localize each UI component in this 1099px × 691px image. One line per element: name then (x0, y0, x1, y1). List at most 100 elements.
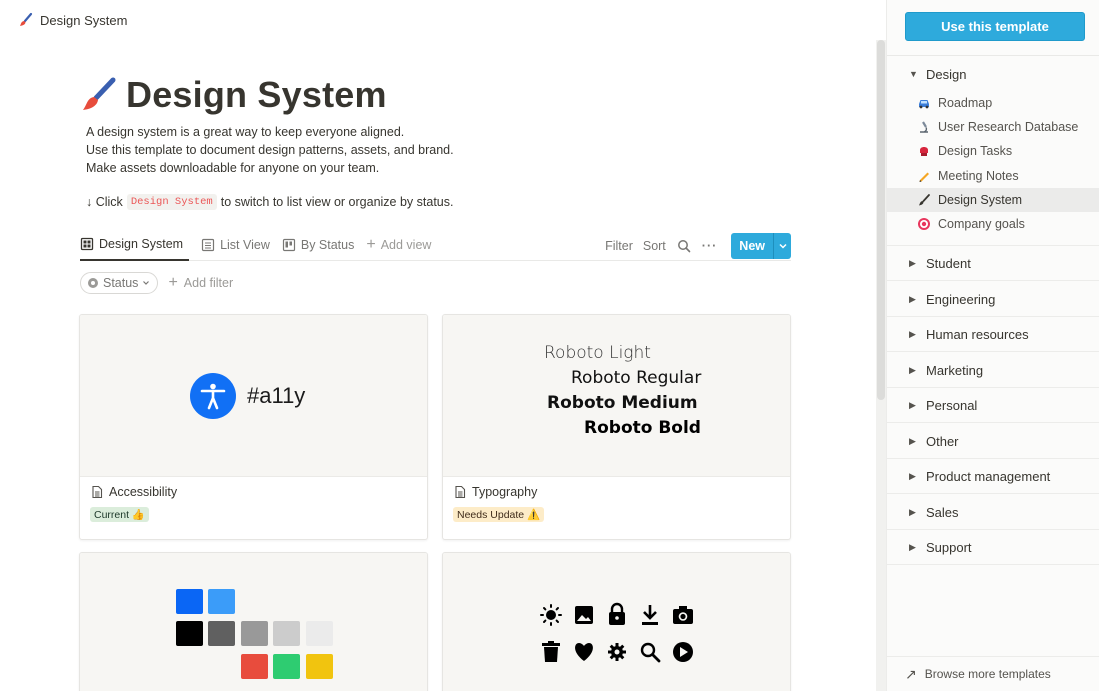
image-icon (575, 606, 593, 624)
browse-more-templates-link[interactable]: ↗ Browse more templates (887, 656, 1099, 691)
tab-list-view[interactable]: List View (201, 230, 270, 261)
new-button-label: New (731, 232, 773, 259)
add-view-label: Add view (380, 238, 432, 252)
sidebar-group-label: Other (926, 433, 959, 449)
card-title: Accessibility (90, 485, 417, 499)
tab-by-status[interactable]: By Status (282, 230, 354, 261)
card-cover: #a11y (80, 315, 427, 477)
sidebar-item-meeting-notes[interactable]: Meeting Notes (887, 164, 1099, 188)
sidebar-group-human-resources[interactable]: ▶ Human resources (887, 317, 1099, 352)
page-title: Design System (80, 74, 387, 116)
sidebar-group-marketing[interactable]: ▶ Marketing (887, 353, 1099, 388)
pencil-icon (917, 169, 931, 183)
triangle-right-icon: ▶ (909, 257, 916, 268)
tab-design-system[interactable]: Design System (80, 230, 190, 261)
sidebar-item-user-research-database[interactable]: User Research Database (887, 115, 1099, 139)
hint-code: Design System (126, 194, 217, 210)
browse-more-label: Browse more templates (924, 667, 1051, 681)
target-icon (917, 217, 931, 231)
sidebar-group-label: Human resources (926, 326, 1029, 342)
sidebar-group-sales[interactable]: ▶ Sales (887, 495, 1099, 530)
sidebar-group-engineering[interactable]: ▶ Engineering (887, 282, 1099, 317)
main-content: Design System Design System A design sys… (0, 0, 876, 691)
list-icon (201, 238, 215, 252)
gallery-icon (80, 237, 94, 251)
sidebar-item-roadmap[interactable]: Roadmap (887, 91, 1099, 115)
sidebar-item-design-system[interactable]: Design System (887, 188, 1099, 212)
filter-row: Status + Add filter (80, 272, 233, 294)
document-icon (90, 485, 104, 499)
add-view-button[interactable]: + Add view (366, 230, 431, 261)
sidebar-item-company-goals[interactable]: Company goals (887, 212, 1099, 236)
chevron-down-icon[interactable] (773, 232, 791, 259)
sidebar-group-personal[interactable]: ▶ Personal (887, 388, 1099, 423)
sidebar-group-product-management[interactable]: ▶ Product management (887, 459, 1099, 494)
sidebar-group-design[interactable]: ▼ Design (887, 62, 1099, 86)
cover-text: #a11y (247, 383, 306, 408)
sort-button[interactable]: Sort (643, 239, 666, 253)
status-filter-label: Status (103, 276, 139, 290)
hint-prefix: ↓ Click (86, 195, 123, 209)
tab-label: List View (220, 238, 270, 252)
breadcrumb[interactable]: Design System (0, 0, 886, 40)
color-swatch (176, 621, 203, 646)
more-options-button[interactable]: ··· (702, 239, 718, 253)
icon-set-cover (540, 602, 693, 663)
page-title-text: Design System (126, 74, 387, 115)
main-scrollbar[interactable] (876, 40, 886, 691)
download-icon (642, 605, 658, 625)
arrow-up-right-icon: ↗ (905, 665, 917, 682)
sidebar-item-design-tasks[interactable]: Design Tasks (887, 139, 1099, 163)
status-filter-pill[interactable]: Status (80, 272, 159, 294)
color-swatch (241, 654, 268, 679)
color-swatch (273, 654, 300, 679)
scrollbar-thumb[interactable] (877, 40, 885, 400)
gallery-card-icons[interactable] (442, 552, 791, 691)
sidebar-item-label: Meeting Notes (938, 169, 1019, 183)
sidebar-item-label: Design System (938, 193, 1023, 207)
sidebar-group-support[interactable]: ▶ Support (887, 530, 1099, 565)
description-line: A design system is a great way to keep e… (86, 125, 405, 139)
boxing-glove-icon (917, 144, 931, 158)
sidebar-group-student[interactable]: ▶ Student (887, 246, 1099, 281)
filter-button[interactable]: Filter (605, 239, 633, 253)
sidebar-group-label: Design (926, 66, 967, 82)
status-badge: Needs Update ⚠️ (453, 507, 545, 522)
gallery-card-accessibility[interactable]: #a11y Accessibility Current 👍 (79, 314, 428, 540)
search-icon[interactable] (676, 238, 692, 254)
sidebar-item-label: User Research Database (938, 120, 1079, 134)
template-sidebar: Use this template ▼ Design Roadmap User … (886, 0, 1099, 691)
typography-sample-regular: Roboto Regular (571, 368, 702, 388)
trash-icon (542, 641, 560, 662)
add-filter-button[interactable]: + Add filter (168, 275, 233, 291)
card-footer: Accessibility Current 👍 (80, 477, 427, 539)
status-badge: Current 👍 (90, 507, 150, 522)
sidebar-group-label: Support (926, 539, 972, 555)
gallery-card-colors[interactable] (79, 552, 428, 691)
sidebar-group-label: Marketing (926, 362, 984, 378)
settings-icon (608, 643, 626, 661)
color-swatch (208, 589, 235, 614)
triangle-right-icon: ▶ (909, 541, 916, 552)
sidebar-divider (887, 55, 1099, 56)
status-icon (88, 278, 98, 288)
color-swatch (208, 621, 235, 646)
sidebar-group-other[interactable]: ▶ Other (887, 424, 1099, 459)
triangle-right-icon: ▶ (909, 328, 916, 339)
color-swatch (273, 621, 300, 646)
sidebar-item-label: Company goals (938, 217, 1025, 231)
new-button[interactable]: New (731, 232, 791, 259)
card-cover (80, 553, 427, 691)
hint-line: ↓ Click Design System to switch to list … (86, 194, 453, 210)
color-swatch (241, 621, 268, 646)
plus-icon: + (168, 274, 178, 291)
microscope-icon (917, 120, 931, 134)
triangle-right-icon: ▶ (909, 364, 916, 375)
tab-label: Design System (99, 237, 184, 251)
breadcrumb-label: Design System (40, 12, 128, 28)
use-template-button[interactable]: Use this template (905, 12, 1085, 41)
color-swatch (176, 589, 203, 614)
description-line: Use this template to document design pat… (86, 143, 454, 157)
camera-icon (673, 606, 693, 624)
gallery-card-typography[interactable]: Roboto Light Roboto Regular Roboto Mediu… (442, 314, 791, 540)
